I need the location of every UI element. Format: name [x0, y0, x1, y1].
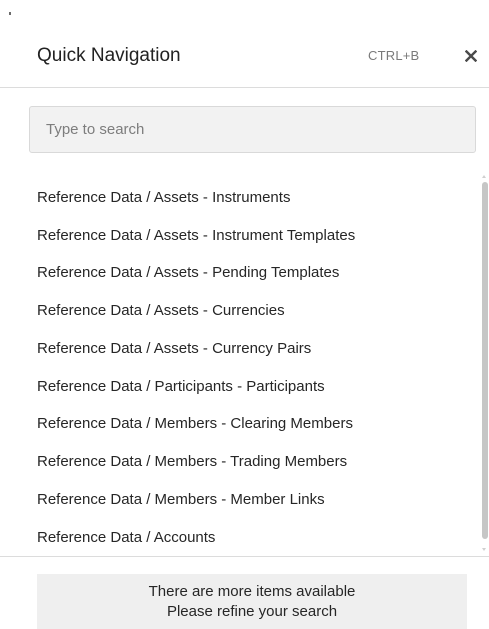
more-items-text: There are more items available — [148, 583, 356, 600]
scroll-up-arrow-icon[interactable] — [482, 175, 486, 178]
scrollbar-thumb[interactable] — [482, 182, 488, 539]
close-button[interactable] — [460, 45, 482, 67]
scroll-down-arrow-icon[interactable] — [482, 548, 486, 551]
list-divider — [0, 556, 489, 557]
panel-title: Quick Navigation — [37, 45, 181, 66]
list-item-instruments[interactable]: Reference Data / Assets - Instruments — [37, 188, 290, 208]
refine-search-text: Please refine your search — [166, 603, 338, 620]
list-item-accounts[interactable]: Reference Data / Accounts — [37, 528, 215, 548]
keyboard-shortcut-hint: CTRL+B — [368, 48, 420, 63]
more-items-notice: There are more items available Please re… — [37, 574, 467, 629]
results-list: Reference Data / Assets - Instruments Re… — [0, 172, 480, 555]
list-item-instrument-templates[interactable]: Reference Data / Assets - Instrument Tem… — [37, 226, 355, 246]
results-scrollbar[interactable] — [480, 172, 489, 556]
list-item-member-links[interactable]: Reference Data / Members - Member Links — [37, 490, 325, 510]
close-icon — [465, 50, 477, 62]
list-item-clearing-members[interactable]: Reference Data / Members - Clearing Memb… — [37, 414, 353, 434]
list-item-currency-pairs[interactable]: Reference Data / Assets - Currency Pairs — [37, 339, 311, 359]
search-input[interactable] — [30, 107, 475, 152]
list-item-trading-members[interactable]: Reference Data / Members - Trading Membe… — [37, 452, 347, 472]
list-item-currencies[interactable]: Reference Data / Assets - Currencies — [37, 301, 285, 321]
quick-navigation-panel: Quick Navigation CTRL+B Reference Data /… — [0, 0, 489, 629]
search-box — [29, 106, 476, 153]
list-item-participants[interactable]: Reference Data / Participants - Particip… — [37, 377, 325, 397]
panel-header: Quick Navigation CTRL+B — [0, 0, 489, 88]
list-item-pending-templates[interactable]: Reference Data / Assets - Pending Templa… — [37, 263, 339, 283]
